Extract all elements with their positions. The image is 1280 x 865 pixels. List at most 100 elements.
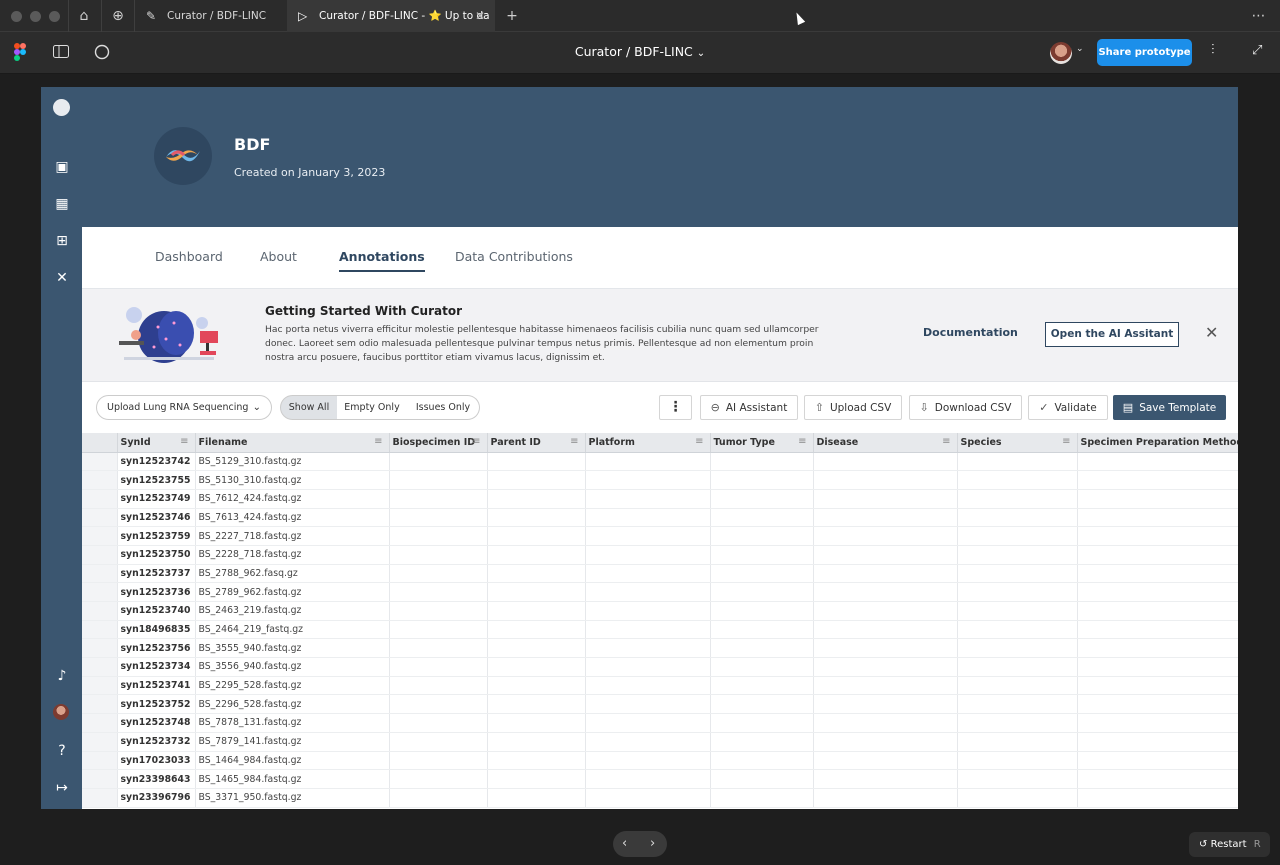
table-row[interactable]: syn12523734 BS_3556_940.fastq.gz (82, 657, 1238, 677)
annotation-cell[interactable] (1077, 470, 1238, 490)
filename-cell[interactable]: BS_7612_424.fastq.gz (195, 489, 390, 509)
annotation-cell[interactable] (813, 657, 958, 677)
synid-cell[interactable]: syn12523741 (117, 676, 196, 696)
archive-icon[interactable]: ▣ (53, 158, 71, 176)
annotation-cell[interactable] (710, 564, 814, 584)
ai-assistant-button[interactable]: ⊖ AI Assistant (700, 395, 798, 420)
annotation-cell[interactable] (487, 470, 586, 490)
synid-cell[interactable]: syn12523736 (117, 582, 196, 602)
annotation-cell[interactable] (585, 564, 711, 584)
annotation-cell[interactable] (389, 788, 488, 808)
annotation-cell[interactable] (487, 788, 586, 808)
annotation-cell[interactable] (957, 694, 1078, 715)
annotation-cell[interactable] (1077, 732, 1238, 752)
annotation-cell[interactable] (389, 751, 488, 771)
filename-cell[interactable]: BS_2296_528.fastq.gz (195, 694, 390, 715)
synid-cell[interactable]: syn12523734 (117, 657, 196, 677)
window-zoom-button[interactable] (49, 11, 60, 22)
annotation-cell[interactable] (710, 526, 814, 546)
annotation-cell[interactable] (585, 582, 711, 602)
table-row[interactable]: syn12523756 BS_3555_940.fastq.gz (82, 638, 1238, 659)
annotation-cell[interactable] (813, 769, 958, 789)
annotation-cell[interactable] (487, 508, 586, 528)
annotation-cell[interactable] (585, 470, 711, 490)
annotation-cell[interactable] (710, 694, 814, 715)
annotation-cell[interactable] (957, 751, 1078, 771)
close-icon[interactable]: ✕ (475, 0, 485, 32)
annotation-cell[interactable] (585, 452, 711, 472)
annotation-cell[interactable] (585, 638, 711, 659)
column-header[interactable]: Disease ≡ (813, 433, 958, 453)
annotation-cell[interactable] (957, 452, 1078, 472)
synid-cell[interactable]: syn12523755 (117, 470, 196, 490)
synid-cell[interactable]: syn12523740 (117, 601, 196, 621)
synid-cell[interactable]: syn23396796 (117, 788, 196, 808)
annotation-cell[interactable] (1077, 713, 1238, 733)
table-row[interactable]: syn12523737 BS_2788_962.fasq.gz (82, 564, 1238, 584)
annotation-cell[interactable] (957, 582, 1078, 602)
more-menu-icon[interactable]: ⋯ (1251, 8, 1267, 24)
annotation-cell[interactable] (487, 452, 586, 472)
table-row[interactable]: syn23396796 BS_3371_950.fastq.gz (82, 788, 1238, 808)
avatar[interactable] (1050, 42, 1072, 64)
column-header[interactable]: Filename ≡ (195, 433, 390, 453)
filter-show-all[interactable]: Show All (280, 395, 338, 420)
table-row[interactable]: syn12523746 BS_7613_424.fastq.gz (82, 508, 1238, 528)
tab-data-contributions[interactable]: Data Contributions (455, 249, 573, 264)
annotation-cell[interactable] (710, 470, 814, 490)
synid-cell[interactable]: syn12523756 (117, 638, 196, 659)
filter-icon[interactable]: ≡ (570, 436, 578, 447)
home-icon[interactable]: ⌂ (76, 8, 92, 24)
filename-cell[interactable]: BS_7613_424.fastq.gz (195, 508, 390, 528)
annotation-cell[interactable] (710, 452, 814, 472)
globe-icon[interactable]: ⊕ (110, 8, 126, 24)
annotation-cell[interactable] (389, 694, 488, 715)
upload-type-select[interactable]: Upload Lung RNA Sequencing ⌄ (96, 395, 272, 420)
annotation-cell[interactable] (1077, 601, 1238, 621)
annotation-cell[interactable] (389, 676, 488, 696)
annotation-cell[interactable] (389, 601, 488, 621)
tools-icon[interactable]: ✕ (53, 269, 71, 287)
annotation-cell[interactable] (813, 470, 958, 490)
annotation-cell[interactable] (710, 601, 814, 621)
synid-cell[interactable]: syn12523749 (117, 489, 196, 509)
annotation-cell[interactable] (813, 601, 958, 621)
annotation-cell[interactable] (389, 564, 488, 584)
filename-cell[interactable]: BS_2463_219.fastq.gz (195, 601, 390, 621)
annotation-cell[interactable] (710, 638, 814, 659)
table-row[interactable]: syn12523759 BS_2227_718.fastq.gz (82, 526, 1238, 546)
column-header[interactable]: Biospecimen ID ≡ (389, 433, 488, 453)
filename-cell[interactable]: BS_7879_141.fastq.gz (195, 732, 390, 752)
annotation-cell[interactable] (585, 526, 711, 546)
browser-tab-active[interactable]: ▷ Curator / BDF-LINC - ⭐ Up to da ✕ (287, 0, 495, 32)
annotation-cell[interactable] (957, 657, 1078, 677)
annotation-cell[interactable] (1077, 452, 1238, 472)
annotation-cell[interactable] (710, 545, 814, 565)
annotation-cell[interactable] (1077, 526, 1238, 546)
annotation-cell[interactable] (389, 732, 488, 752)
annotation-cell[interactable] (813, 732, 958, 752)
annotation-cell[interactable] (813, 452, 958, 472)
annotation-cell[interactable] (813, 545, 958, 565)
annotation-cell[interactable] (487, 638, 586, 659)
annotation-cell[interactable] (389, 508, 488, 528)
annotation-cell[interactable] (585, 788, 711, 808)
annotation-cell[interactable] (957, 638, 1078, 659)
annotation-cell[interactable] (710, 582, 814, 602)
annotation-cell[interactable] (957, 508, 1078, 528)
column-header[interactable]: SynId ≡ (117, 433, 196, 453)
annotation-cell[interactable] (957, 769, 1078, 789)
table-row[interactable]: syn18496835 BS_2464_219_fastq.gz (82, 620, 1238, 640)
window-minimize-button[interactable] (30, 11, 41, 22)
close-icon[interactable]: ✕ (1205, 323, 1218, 342)
annotation-cell[interactable] (487, 751, 586, 771)
synid-cell[interactable]: syn17023033 (117, 751, 196, 771)
table-row[interactable]: syn12523749 BS_7612_424.fastq.gz (82, 489, 1238, 509)
column-header[interactable]: Platform ≡ (585, 433, 711, 453)
annotation-cell[interactable] (585, 676, 711, 696)
annotation-cell[interactable] (389, 582, 488, 602)
filename-cell[interactable]: BS_3555_940.fastq.gz (195, 638, 390, 659)
annotation-cell[interactable] (813, 582, 958, 602)
annotation-cell[interactable] (710, 620, 814, 640)
annotation-cell[interactable] (1077, 564, 1238, 584)
